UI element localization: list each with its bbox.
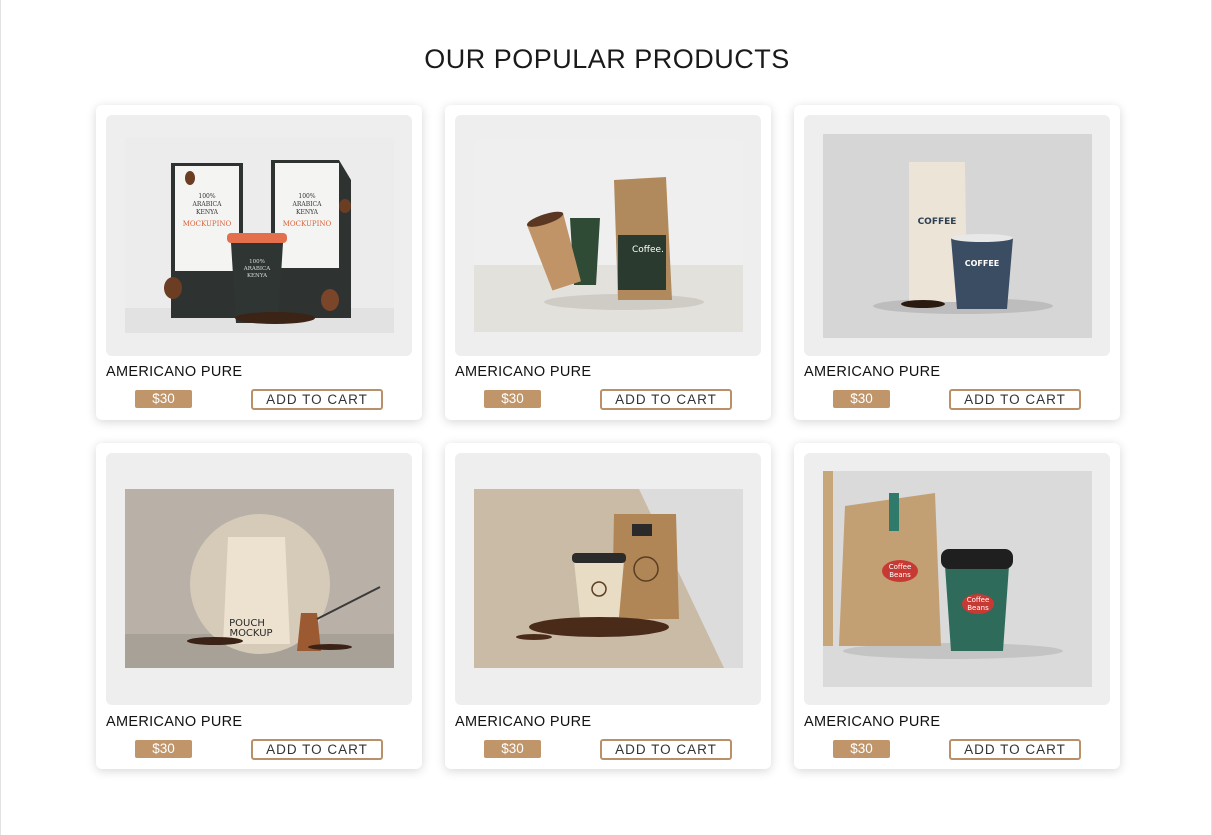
- product-image-frame: Coffee Beans Coffee Beans: [804, 453, 1110, 705]
- svg-text:100%: 100%: [198, 193, 215, 200]
- product-card: AMERICANO PURE $30 ADD TO CART: [445, 443, 771, 769]
- svg-text:KENYA: KENYA: [196, 209, 219, 216]
- add-to-cart-button[interactable]: ADD TO CART: [251, 389, 383, 410]
- product-image-frame: 100% ARABICA KENYA MOCKUPINO 100% ARABIC…: [106, 115, 412, 356]
- price-badge: $30: [135, 390, 192, 408]
- svg-text:COFFEE: COFFEE: [918, 217, 957, 227]
- price-badge: $30: [833, 390, 890, 408]
- svg-text:ARABICA: ARABICA: [243, 266, 272, 272]
- svg-text:ARABICA: ARABICA: [192, 201, 223, 208]
- product-image-frame: Coffee.: [455, 115, 761, 356]
- svg-text:100%: 100%: [298, 193, 315, 200]
- product-card: 100% ARABICA KENYA MOCKUPINO 100% ARABIC…: [96, 105, 422, 420]
- product-name: AMERICANO PURE: [804, 364, 941, 380]
- price-badge: $30: [484, 390, 541, 408]
- product-image-frame: COFFEE COFFEE: [804, 115, 1110, 356]
- product-image[interactable]: Coffee.: [474, 140, 743, 332]
- product-card: Coffee Beans Coffee Beans AMERICANO PURE…: [794, 443, 1120, 769]
- svg-text:Coffee: Coffee: [889, 563, 912, 571]
- product-card: Coffee. AMERICANO PURE $30 ADD TO CART: [445, 105, 771, 420]
- price-badge: $30: [833, 740, 890, 758]
- product-name: AMERICANO PURE: [106, 364, 243, 380]
- price-badge: $30: [484, 740, 541, 758]
- product-image[interactable]: POUCH MOCKUP: [125, 489, 394, 668]
- svg-text:MOCKUPINO: MOCKUPINO: [283, 220, 332, 228]
- product-card: POUCH MOCKUP AMERICANO PURE $30 ADD TO C…: [96, 443, 422, 769]
- svg-text:Beans: Beans: [967, 604, 989, 612]
- products-page: OUR POPULAR PRODUCTS 100% ARABICA KENYA …: [0, 0, 1212, 835]
- svg-text:Coffee.: Coffee.: [632, 245, 664, 255]
- product-card: COFFEE COFFEE AMERICANO PURE $30 ADD TO …: [794, 105, 1120, 420]
- add-to-cart-button[interactable]: ADD TO CART: [600, 739, 732, 760]
- product-image-frame: [455, 453, 761, 705]
- add-to-cart-button[interactable]: ADD TO CART: [600, 389, 732, 410]
- add-to-cart-button[interactable]: ADD TO CART: [949, 739, 1081, 760]
- svg-text:MOCKUPINO: MOCKUPINO: [183, 220, 232, 228]
- svg-text:COFFEE: COFFEE: [965, 259, 1000, 268]
- product-name: AMERICANO PURE: [455, 364, 592, 380]
- price-badge: $30: [135, 740, 192, 758]
- product-grid: 100% ARABICA KENYA MOCKUPINO 100% ARABIC…: [96, 105, 1120, 769]
- add-to-cart-button[interactable]: ADD TO CART: [949, 389, 1081, 410]
- svg-text:KENYA: KENYA: [247, 273, 268, 279]
- svg-text:Coffee: Coffee: [967, 596, 990, 604]
- product-image[interactable]: COFFEE COFFEE: [823, 134, 1092, 338]
- product-image[interactable]: 100% ARABICA KENYA MOCKUPINO 100% ARABIC…: [125, 138, 394, 333]
- product-name: AMERICANO PURE: [804, 714, 941, 730]
- svg-text:KENYA: KENYA: [296, 209, 319, 216]
- product-name: AMERICANO PURE: [455, 714, 592, 730]
- product-image[interactable]: [474, 489, 743, 668]
- svg-text:ARABICA: ARABICA: [292, 201, 323, 208]
- section-title: OUR POPULAR PRODUCTS: [424, 44, 790, 74]
- product-image[interactable]: Coffee Beans Coffee Beans: [823, 471, 1092, 687]
- product-image-frame: POUCH MOCKUP: [106, 453, 412, 705]
- svg-text:100%: 100%: [249, 259, 265, 265]
- product-name: AMERICANO PURE: [106, 714, 243, 730]
- svg-text:MOCKUP: MOCKUP: [229, 628, 272, 639]
- svg-text:Beans: Beans: [889, 571, 911, 579]
- add-to-cart-button[interactable]: ADD TO CART: [251, 739, 383, 760]
